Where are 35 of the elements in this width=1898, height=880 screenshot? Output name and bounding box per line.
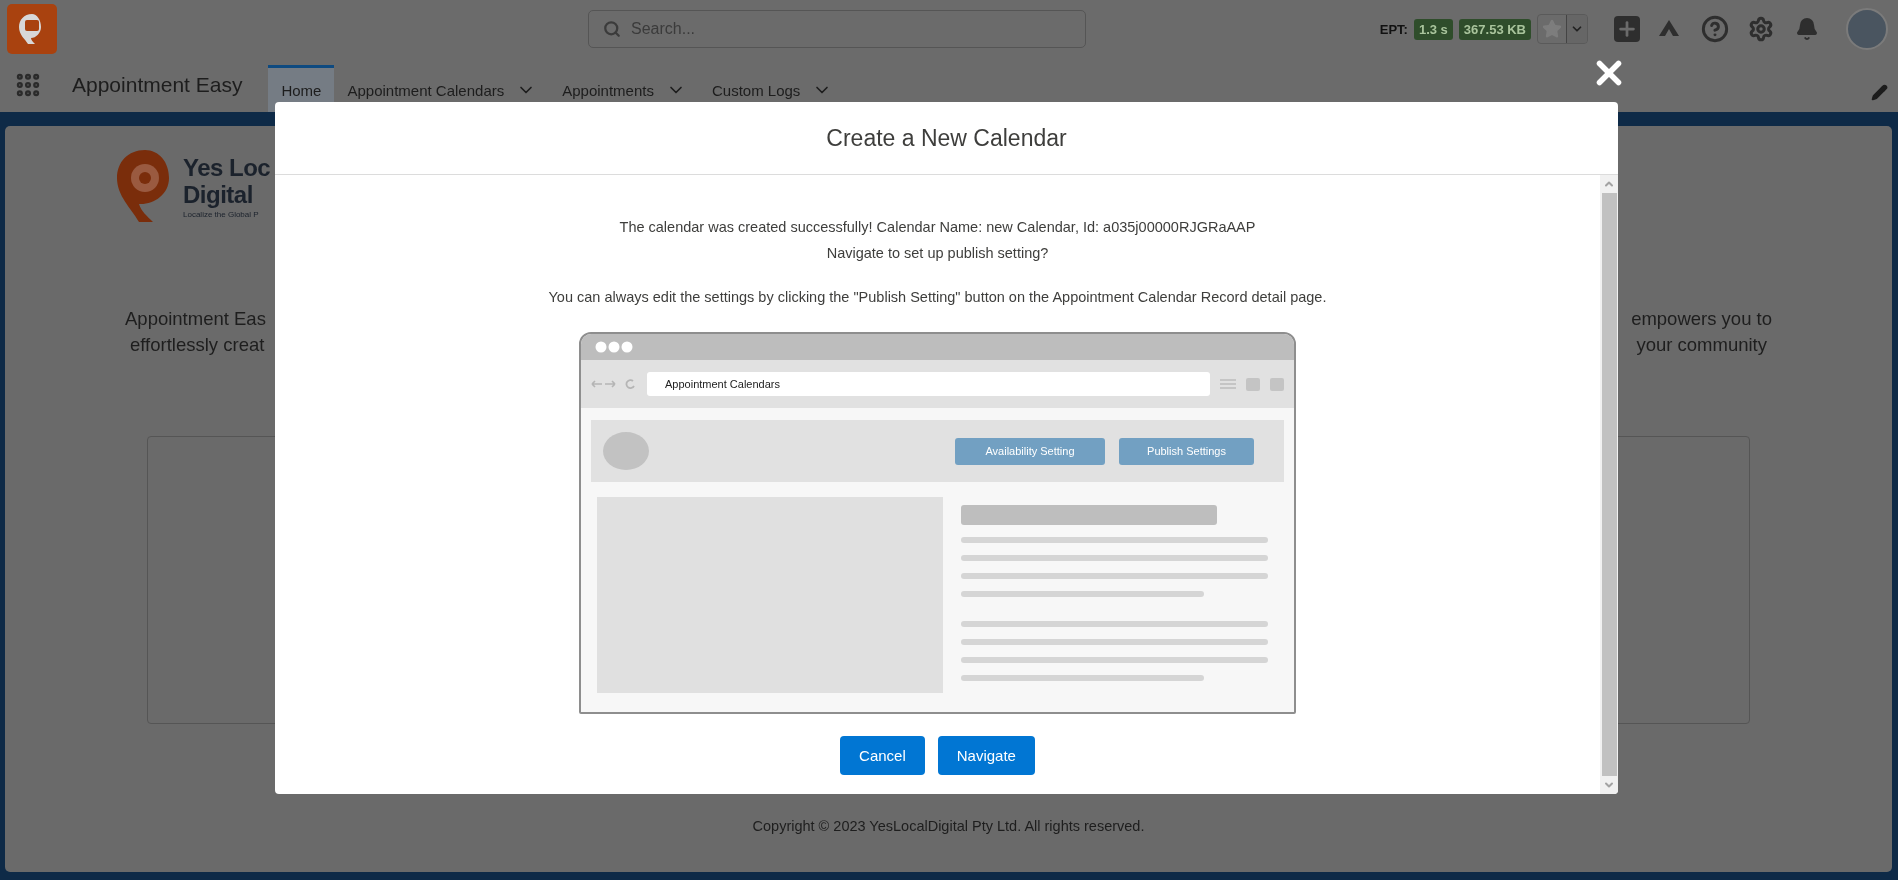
ept-size-badge: 367.53 KB (1458, 18, 1531, 40)
intro-text: empowers you to (1631, 307, 1772, 331)
note-text: You can always edit the settings by clicking the "Publish Setting" button on the Appointment Calendar Record detail page. (548, 288, 1327, 307)
menu-icon (1220, 379, 1236, 389)
modal-title: Create a New Calendar (826, 124, 1067, 152)
intro-text: Appointment Eas (125, 307, 266, 331)
app-name: Appointment Easy (72, 72, 243, 98)
address-bar: Appointment Calendars (647, 372, 1210, 396)
add-button[interactable] (1614, 16, 1640, 42)
navigate-button[interactable]: Navigate (937, 736, 1035, 775)
ept-time-badge: 1.3 s (1413, 18, 1453, 40)
window-button-icon (1246, 377, 1260, 391)
nav-tab[interactable]: Appointment Calendars (334, 65, 550, 112)
intro-text: effortlessly creat (130, 333, 265, 357)
nav-tab[interactable]: Custom Logs (698, 65, 846, 112)
message-text: Navigate to set up publish setting? (826, 244, 1049, 263)
window-button-icon (1270, 377, 1284, 391)
window-dots-icon (595, 341, 633, 353)
intro-text: your community (1636, 333, 1767, 357)
search-icon (603, 20, 621, 38)
scrollbar-thumb[interactable] (1601, 193, 1617, 776)
app-logo-icon[interactable] (7, 4, 57, 54)
cancel-button[interactable]: Cancel (840, 736, 925, 775)
nav-arrows-icon (591, 379, 637, 389)
message-text: The calendar was created successfully! Calendar Name: new Calendar, Id: a035j00000RJGRaAAP (619, 218, 1256, 237)
favorites-menu-button[interactable] (1566, 15, 1587, 43)
logo-tagline: Localize the Global P (183, 209, 260, 219)
scrollbar[interactable] (1600, 175, 1618, 794)
avatar[interactable] (1846, 8, 1888, 50)
nav-tab[interactable]: Appointments (549, 65, 699, 112)
copyright-text: Copyright © 2023 YesLocalDigital Pty Ltd. All rights reserved. (752, 818, 1145, 834)
logo-text: Digital (183, 180, 254, 208)
ept-label: EPT: (1379, 21, 1408, 37)
avatar-placeholder (603, 432, 649, 470)
logo-text: Yes Loc (183, 153, 271, 181)
